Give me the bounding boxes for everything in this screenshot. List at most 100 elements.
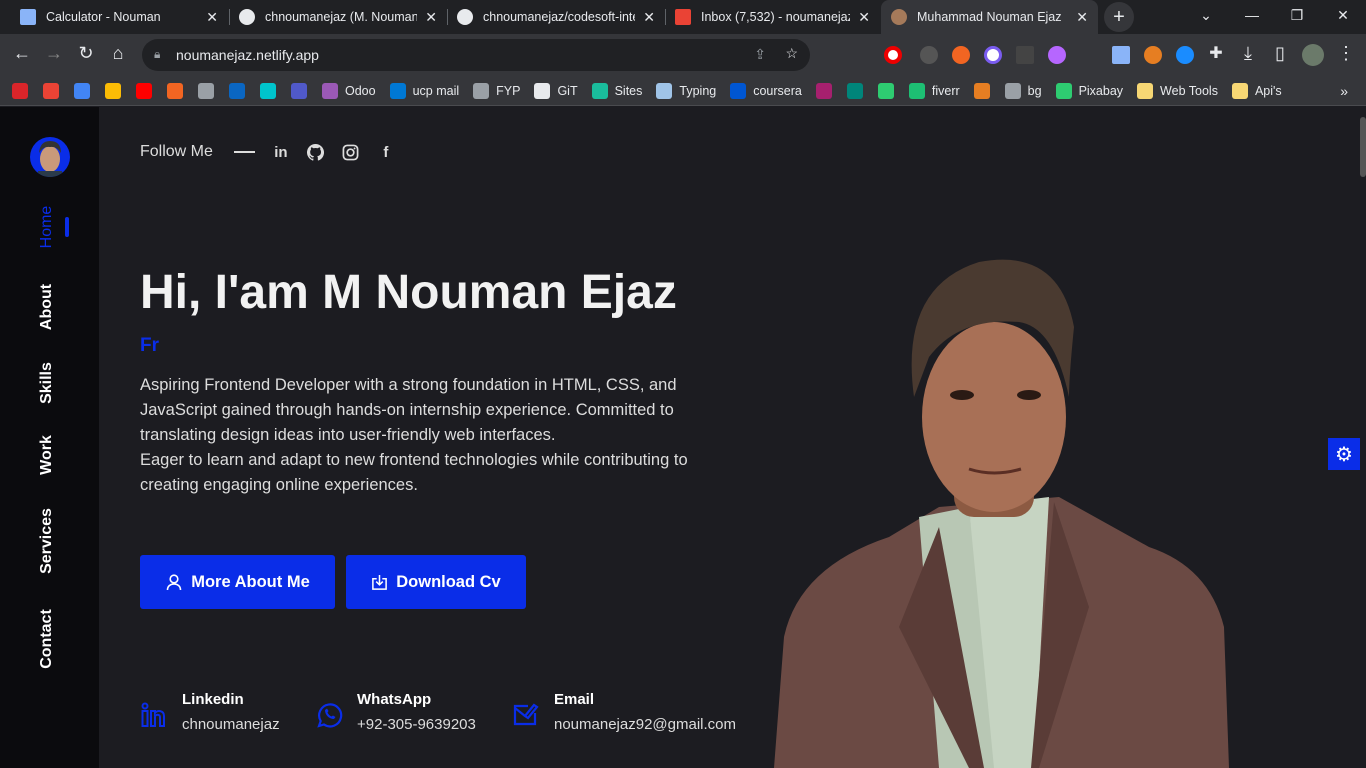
bookmark-item[interactable]: ucp mail — [389, 82, 459, 99]
bookmark-item[interactable] — [198, 82, 221, 99]
adblock-icon[interactable] — [884, 46, 902, 64]
more-bookmarks-button[interactable]: » — [1340, 83, 1348, 99]
bookmark-item[interactable]: Odoo — [322, 82, 376, 99]
recycle-extension-icon[interactable] — [920, 46, 938, 64]
bookmark-item[interactable]: Api's — [1231, 82, 1282, 99]
bookmark-favicon-icon — [656, 82, 673, 99]
restore-button[interactable]: ❐ — [1274, 0, 1320, 30]
close-tab-icon[interactable]: ✕ — [425, 9, 437, 26]
close-tab-icon[interactable]: ✕ — [858, 9, 870, 26]
avatar[interactable] — [30, 137, 70, 177]
tab-github-profile[interactable]: chnoumanejaz (M. Nouman Ejaz) ✕ — [229, 0, 447, 34]
extensions-puzzle-icon[interactable]: ✚ — [1204, 43, 1228, 63]
extension-icon[interactable] — [1112, 46, 1130, 64]
github-icon — [457, 9, 473, 25]
nav-contact[interactable]: Contact — [38, 609, 56, 669]
close-window-button[interactable]: ✕ — [1320, 0, 1366, 30]
shazam-icon[interactable] — [1176, 46, 1194, 64]
contact-value: noumanejaz92@gmail.com — [554, 716, 736, 733]
bookmark-favicon-icon — [846, 82, 863, 99]
bookmark-item[interactable]: Sites — [591, 82, 642, 99]
scrollbar[interactable] — [1360, 107, 1366, 768]
tab-github-repo[interactable]: chnoumanejaz/codesoft-internship ✕ — [447, 0, 665, 34]
instagram-icon[interactable] — [342, 143, 360, 161]
bookmark-item[interactable] — [877, 82, 901, 99]
bookmark-favicon-icon — [105, 82, 121, 99]
profile-avatar[interactable] — [1302, 44, 1324, 66]
bookmark-item[interactable]: bg — [1004, 82, 1042, 99]
download-icon[interactable]: ⤓ — [1236, 43, 1260, 64]
bookmark-label: Pixabay — [1078, 83, 1124, 98]
side-panel-icon[interactable]: ▯ — [1268, 43, 1292, 64]
close-tab-icon[interactable]: ✕ — [1076, 9, 1088, 26]
nav-services[interactable]: Services — [38, 508, 56, 574]
more-about-me-button[interactable]: More About Me — [140, 555, 335, 609]
back-button[interactable]: ← — [10, 43, 34, 64]
bookmark-item[interactable] — [260, 82, 283, 99]
browser-toolbar: ← → ↻ ⌂ 🔒︎ noumanejaz.netlify.app ⇪ ☆ ✚ … — [0, 34, 1366, 76]
home-button[interactable]: ⌂ — [106, 43, 130, 64]
new-tab-button[interactable]: + — [1104, 2, 1134, 32]
menu-kebab-icon[interactable]: ⋮ — [1334, 43, 1358, 64]
bookmark-item[interactable] — [167, 82, 190, 99]
bookmark-item[interactable]: coursera — [730, 82, 802, 99]
tab-portfolio[interactable]: Muhammad Nouman Ejaz ✕ — [881, 0, 1098, 34]
tab-search-button[interactable]: ⌄ — [1183, 0, 1229, 30]
address-bar[interactable]: 🔒︎ noumanejaz.netlify.app ⇪ ☆ — [142, 39, 810, 71]
linkedin-icon[interactable]: in — [272, 143, 290, 161]
bookmark-item[interactable] — [12, 82, 35, 99]
github-icon[interactable] — [307, 143, 325, 161]
close-tab-icon[interactable]: ✕ — [643, 9, 655, 26]
typed-role-text: Fr — [140, 335, 159, 356]
bookmark-item[interactable] — [43, 82, 66, 99]
avatar-icon — [891, 9, 907, 25]
bookmark-favicon-icon — [1231, 82, 1248, 99]
nav-home[interactable]: Home — [38, 206, 56, 249]
bookmark-item[interactable] — [229, 82, 252, 99]
bookmark-favicon-icon — [1137, 82, 1154, 99]
bookmark-item[interactable]: FYP — [473, 82, 520, 99]
bookmark-favicon-icon — [260, 82, 276, 99]
share-icon[interactable]: ⇪ — [754, 46, 766, 63]
nav-about[interactable]: About — [38, 284, 56, 330]
contact-label: WhatsApp — [357, 691, 432, 708]
blocker-extension-icon[interactable] — [984, 46, 1002, 64]
extension-icon[interactable] — [1016, 46, 1034, 64]
bookmark-item[interactable] — [105, 82, 128, 99]
calculator-icon — [20, 9, 36, 25]
reload-button[interactable]: ↻ — [74, 43, 98, 64]
bookmark-favicon-icon — [908, 82, 925, 99]
bookmark-item[interactable]: Web Tools — [1137, 82, 1218, 99]
facebook-icon[interactable]: f — [377, 143, 395, 161]
settings-gear-button[interactable]: ⚙ — [1328, 438, 1360, 470]
extension-icon[interactable] — [952, 46, 970, 64]
hero-description: Aspiring Frontend Developer with a stron… — [140, 373, 700, 498]
bookmark-item[interactable]: GiT — [534, 82, 578, 99]
extension-icon[interactable] — [1048, 46, 1066, 64]
extension-icon[interactable] — [1144, 46, 1162, 64]
minimize-button[interactable]: — — [1229, 0, 1275, 30]
download-cv-button[interactable]: Download Cv — [346, 555, 526, 609]
contact-linkedin[interactable]: Linkedin chnoumanejaz — [140, 691, 280, 733]
bookmark-item[interactable] — [291, 82, 314, 99]
contact-email[interactable]: Email noumanejaz92@gmail.com — [512, 691, 736, 733]
url-text: noumanejaz.netlify.app — [176, 47, 319, 63]
bookmark-item[interactable] — [74, 82, 97, 99]
bookmark-item[interactable] — [136, 82, 159, 99]
forward-button[interactable]: → — [42, 43, 66, 64]
tab-calculator[interactable]: Calculator - Nouman ✕ — [10, 0, 228, 34]
bookmark-item[interactable]: Pixabay — [1055, 82, 1124, 99]
tab-gmail[interactable]: Inbox (7,532) - noumanejaz92@gmail.com ✕ — [665, 0, 880, 34]
bookmark-item[interactable]: fiverr — [908, 82, 960, 99]
contact-label: Linkedin — [182, 691, 244, 708]
bookmark-item[interactable] — [815, 82, 839, 99]
bookmark-item[interactable]: Typing — [656, 82, 716, 99]
bookmark-item[interactable] — [846, 82, 870, 99]
nav-skills[interactable]: Skills — [38, 362, 56, 404]
nav-work[interactable]: Work — [38, 435, 56, 475]
close-tab-icon[interactable]: ✕ — [206, 9, 218, 26]
contact-whatsapp[interactable]: WhatsApp +92-305-9639203 — [315, 691, 476, 733]
bookmark-item[interactable] — [973, 82, 997, 99]
button-label: More About Me — [191, 572, 310, 591]
bookmark-star-icon[interactable]: ☆ — [785, 45, 798, 62]
